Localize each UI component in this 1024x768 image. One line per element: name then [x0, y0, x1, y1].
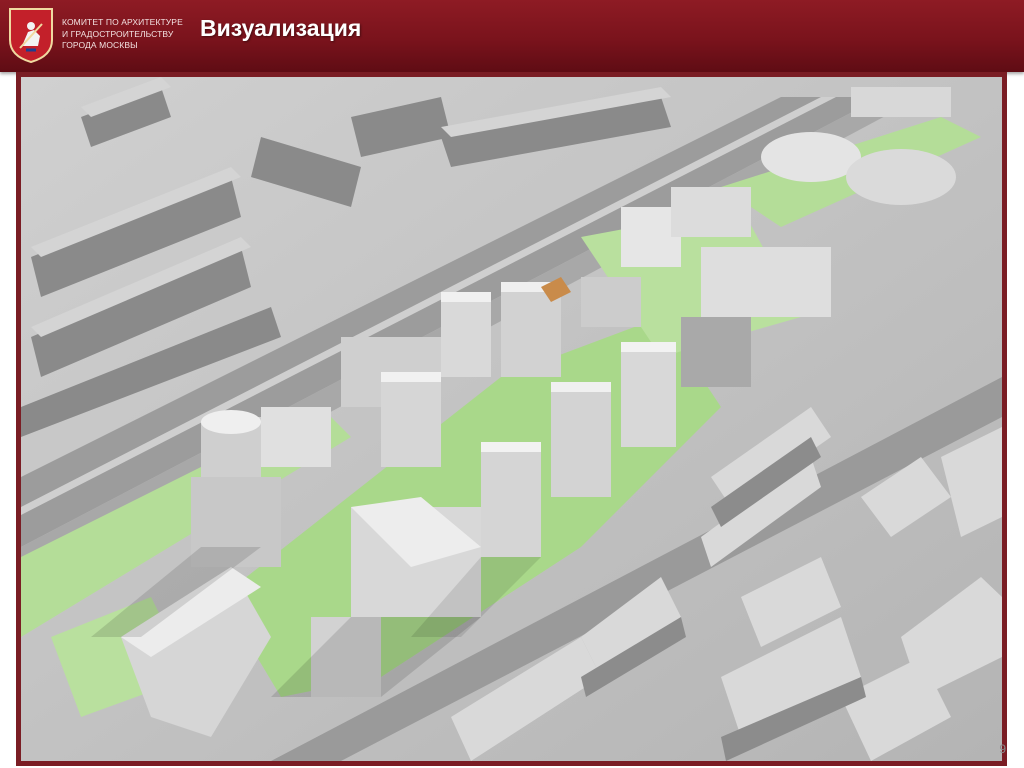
org-line-3: ГОРОДА МОСКВЫ [62, 40, 138, 50]
org-line-1: КОМИТЕТ ПО АРХИТЕКТУРЕ [62, 17, 183, 27]
slide-header: КОМИТЕТ ПО АРХИТЕКТУРЕ И ГРАДОСТРОИТЕЛЬС… [0, 0, 1024, 72]
visualization-image [21, 77, 1002, 761]
org-line-2: И ГРАДОСТРОИТЕЛЬСТВУ [62, 28, 174, 39]
slide-title: Визуализация [200, 15, 362, 41]
organization-name: КОМИТЕТ ПО АРХИТЕКТУРЕ И ГРАДОСТРОИТЕЛЬС… [62, 17, 183, 52]
page-number: 9 [999, 742, 1006, 756]
city-district-3d-render [21, 77, 1002, 761]
moscow-coat-of-arms-icon [9, 8, 53, 64]
